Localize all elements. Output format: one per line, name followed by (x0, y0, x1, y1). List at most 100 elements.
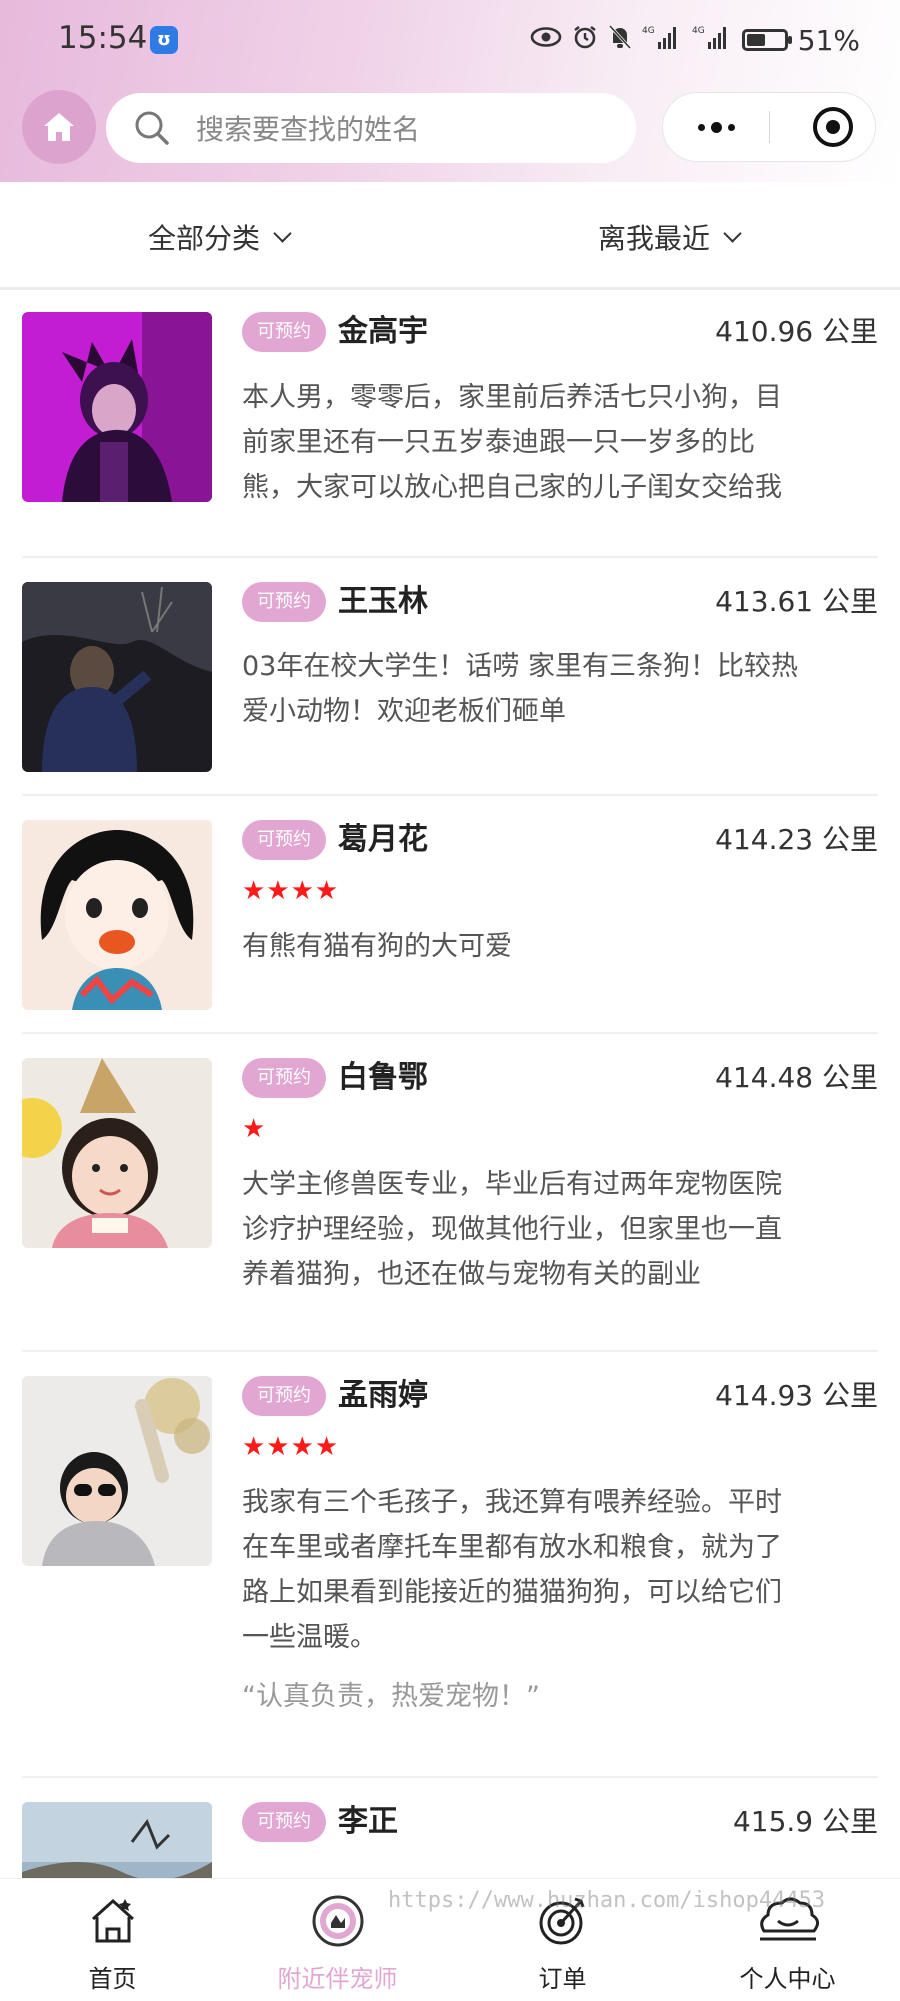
miniprogram-capsule (662, 92, 876, 162)
description-line: 熊，大家可以放心把自己家的儿子闺女交给我 (242, 472, 782, 503)
chevron-down-icon (723, 223, 742, 243)
rating-stars: ★★★★ (242, 1432, 340, 1462)
available-badge: 可预约 (242, 1802, 326, 1842)
record-icon (826, 120, 840, 134)
tab-label: 个人中心 (739, 1965, 836, 1993)
tab-profile[interactable]: 个人中心 (675, 1879, 900, 2001)
available-badge: 可预约 (242, 312, 326, 352)
avatar (22, 1802, 212, 1878)
more-dot (710, 121, 722, 133)
rating-stars: ★ (242, 1114, 267, 1144)
sitter-name: 孟雨婷 (338, 1378, 428, 1413)
header: 15:54 ʊ 4G 4G 51% (0, 0, 900, 182)
tab-orders[interactable]: 订单 (450, 1879, 675, 2001)
sort-filter[interactable]: 离我最近 (598, 217, 742, 257)
capsule-divider (769, 111, 770, 143)
house-icon (91, 1898, 134, 1943)
tab-label: 首页 (88, 1965, 137, 1993)
sitter-description: 大学主修兽医专业，毕业后有过两年宠物医院 诊疗护理经验，现做其他行业，但家里也一… (242, 1162, 862, 1297)
sitter-name: 葛月花 (338, 822, 428, 857)
battery-level (746, 34, 766, 46)
sitter-distance: 415.9 公里 (732, 1805, 878, 1838)
search-input[interactable] (194, 93, 618, 165)
shield-icon: ʊ (150, 26, 178, 54)
tab-bar: 首页 附近伴宠师 订单 个人中心 (0, 1878, 900, 2001)
available-badge: 可预约 (242, 1376, 326, 1416)
description-line: 养着猫狗，也还在做与宠物有关的副业 (242, 1259, 701, 1290)
more-dots-icon (697, 123, 705, 131)
more-dot (727, 123, 735, 131)
avatar (22, 820, 212, 1010)
eye-icon (530, 25, 562, 55)
sitter-name: 白鲁鄂 (338, 1060, 428, 1095)
tab-home[interactable]: 首页 (0, 1879, 225, 2001)
description-line: 我家有三个毛孩子，我还算有喂养经验。平时 (242, 1487, 782, 1518)
status-icons: 4G 4G 51% (530, 20, 860, 60)
available-badge: 可预约 (242, 1058, 326, 1098)
description-line: 爱小动物！欢迎老板们砸单 (242, 696, 566, 727)
nearby-icon (312, 1895, 363, 1947)
alarm-icon (572, 24, 598, 57)
more-button[interactable] (663, 93, 769, 161)
sitter-description: 03年在校大学生！话唠 家里有三条狗！比较热 爱小动物！欢迎老板们砸单 (242, 644, 862, 734)
sitter-quote: “认真负责，热爱宠物！” (242, 1681, 540, 1712)
sitter-distance: 414.48 公里 (715, 1061, 878, 1094)
sitter-name: 李正 (338, 1804, 398, 1839)
sitter-distance: 414.93 公里 (715, 1379, 878, 1412)
avatar (22, 582, 212, 772)
available-badge: 可预约 (242, 820, 326, 860)
sitter-name: 王玉林 (338, 584, 428, 619)
home-button[interactable] (22, 90, 96, 164)
avatar (22, 1376, 212, 1566)
sitter-card[interactable]: 可预约 李正 415.9 公里 (0, 1778, 900, 1878)
category-filter-label: 全部分类 (148, 222, 261, 255)
avatar (22, 312, 212, 502)
description-line: 前家里还有一只五岁泰迪跟一只一岁多的比 (242, 427, 755, 458)
battery-icon (741, 29, 792, 51)
description-line: 诊疗护理经验，现做其他行业，但家里也一直 (242, 1214, 782, 1245)
signal-icon-2: 4G (692, 24, 732, 57)
description-line: 有熊有猫有狗的大可爱 (242, 931, 512, 962)
sitter-description: 有熊有猫有狗的大可爱 (242, 924, 862, 969)
available-badge: 可预约 (242, 582, 326, 622)
sitter-description: 我家有三个毛孩子，我还算有喂养经验。平时 在车里或者摩托车里都有放水和粮食，就为… (242, 1480, 862, 1660)
tab-label: 订单 (538, 1965, 587, 1993)
status-time: 15:54 (58, 20, 148, 56)
sitter-distance: 413.61 公里 (715, 585, 878, 618)
sitter-distance: 414.23 公里 (715, 823, 878, 856)
filter-bar: 全部分类 离我最近 (0, 182, 900, 290)
sitter-name: 金高宇 (338, 314, 428, 349)
sort-filter-label: 离我最近 (598, 222, 711, 255)
tab-label: 附近伴宠师 (277, 1965, 398, 1993)
signal-icon: 4G (642, 24, 682, 57)
description-line: 大学主修兽医专业，毕业后有过两年宠物医院 (242, 1169, 782, 1200)
battery-percent: 51% (797, 23, 860, 57)
search-icon (135, 111, 169, 145)
description-line: 在车里或者摩托车里都有放水和粮食，就为了 (242, 1532, 782, 1563)
description-line: 路上如果看到能接近的猫猫狗狗，可以给它们 (242, 1577, 782, 1608)
sitter-card[interactable]: 可预约 王玉林 413.61 公里 03年在校大学生！话唠 家里有三条狗！比较热… (0, 558, 900, 796)
sitter-description: 本人男，零零后，家里前后养活七只小狗，目 前家里还有一只五岁泰迪跟一只一岁多的比… (242, 375, 862, 510)
house-icon (44, 113, 74, 141)
sitter-card[interactable]: 可预约 金高宇 410.96 公里 本人男，零零后，家里前后养活七只小狗，目 前… (0, 290, 900, 558)
chevron-down-icon (273, 223, 292, 243)
rating-stars: ★★★★ (242, 876, 340, 906)
sitter-distance: 410.96 公里 (715, 315, 878, 348)
target-icon (539, 1897, 584, 1945)
description-line: 一些温暖。 (242, 1622, 377, 1653)
profile-icon (759, 1897, 819, 1941)
sitter-card[interactable]: 可预约 葛月花 414.23 公里 ★★★★ 有熊有猫有狗的大可爱 (0, 796, 900, 1034)
svg-text:4G: 4G (642, 26, 655, 36)
avatar (22, 1058, 212, 1248)
category-filter[interactable]: 全部分类 (148, 217, 292, 257)
tab-nearby-sitters[interactable]: 附近伴宠师 (225, 1879, 450, 2001)
sitter-card[interactable]: 可预约 孟雨婷 414.93 公里 ★★★★ 我家有三个毛孩子，我还算有喂养经验… (0, 1352, 900, 1778)
sitter-card[interactable]: 可预约 白鲁鄂 414.48 公里 ★ 大学主修兽医专业，毕业后有过两年宠物医院… (0, 1034, 900, 1352)
close-miniprogram-button[interactable] (813, 107, 853, 147)
search-box[interactable] (106, 93, 636, 165)
sitter-list: 可预约 金高宇 410.96 公里 本人男，零零后，家里前后养活七只小狗，目 前… (0, 290, 900, 1878)
description-line: 03年在校大学生！话唠 家里有三条狗！比较热 (242, 651, 798, 682)
description-line: 本人男，零零后，家里前后养活七只小狗，目 (242, 382, 782, 413)
svg-text:4G: 4G (692, 26, 705, 36)
status-bar: 15:54 ʊ 4G 4G 51% (0, 0, 900, 80)
